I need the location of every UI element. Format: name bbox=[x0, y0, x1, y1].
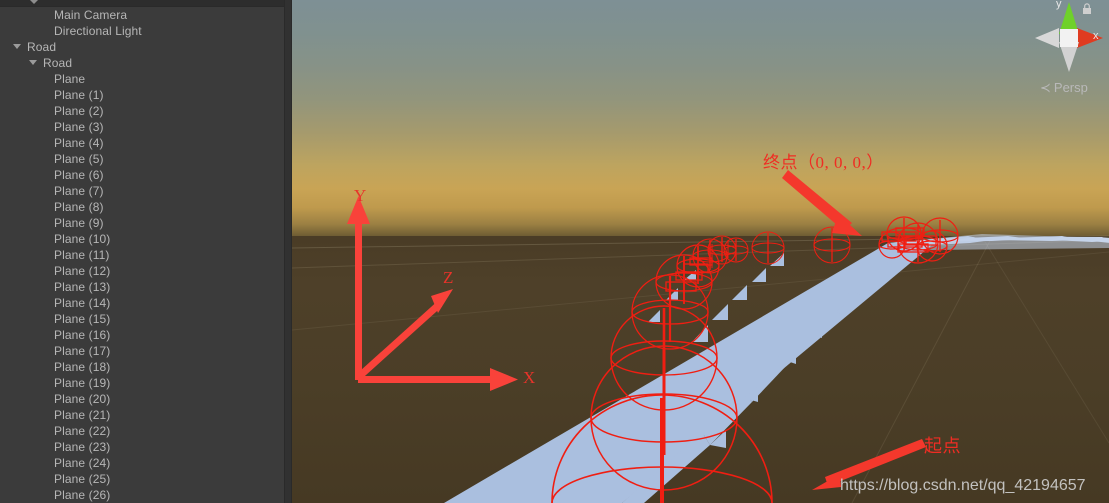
hierarchy-item[interactable]: Road bbox=[0, 39, 284, 55]
hierarchy-item-label: Plane (20) bbox=[54, 392, 111, 406]
hierarchy-item[interactable]: Plane (15) bbox=[0, 311, 284, 327]
hierarchy-item[interactable]: Plane (7) bbox=[0, 183, 284, 199]
hierarchy-item[interactable]: Plane (3) bbox=[0, 119, 284, 135]
hierarchy-item-label: Plane (5) bbox=[54, 152, 104, 166]
hierarchy-item-label: Plane bbox=[54, 72, 86, 86]
hierarchy-item-label: Plane (21) bbox=[54, 408, 111, 422]
hierarchy-item-label: Plane (14) bbox=[54, 296, 111, 310]
hierarchy-item[interactable]: Road bbox=[0, 55, 284, 71]
hierarchy-item-label: Plane (17) bbox=[54, 344, 111, 358]
hierarchy-item[interactable]: Plane (2) bbox=[0, 103, 284, 119]
hierarchy-item-label: Plane (1) bbox=[54, 88, 104, 102]
chevron-down-icon[interactable] bbox=[13, 44, 21, 49]
hierarchy-item[interactable]: Plane (24) bbox=[0, 455, 284, 471]
hierarchy-item-label: Plane (13) bbox=[54, 280, 111, 294]
hierarchy-item-label: Plane (9) bbox=[54, 216, 104, 230]
scene-view[interactable]: Y Z X 终点（0, 0, 0,） 起点 https://blog.csdn.… bbox=[292, 0, 1109, 503]
hierarchy-item-label: Plane (18) bbox=[54, 360, 111, 374]
axis-z-label: Z bbox=[443, 268, 454, 287]
annotation-start-label: 起点 bbox=[924, 436, 961, 456]
axis-y-arrow bbox=[347, 196, 370, 380]
hierarchy-item[interactable]: Plane (14) bbox=[0, 295, 284, 311]
hierarchy-item-label: Directional Light bbox=[54, 24, 142, 38]
axis-y-label: Y bbox=[354, 186, 367, 205]
hierarchy-item[interactable]: Plane (19) bbox=[0, 375, 284, 391]
gizmo-negx-cone-gray bbox=[1035, 28, 1059, 48]
axis-triad bbox=[347, 196, 518, 391]
chevron-down-icon[interactable] bbox=[29, 60, 37, 65]
axis-x-arrow bbox=[358, 368, 518, 391]
hierarchy-item-label: Plane (8) bbox=[54, 200, 104, 214]
hierarchy-tree[interactable]: Main Camera Directional Light Road Road Plan… bbox=[0, 7, 284, 503]
hierarchy-item-label: Plane (26) bbox=[54, 488, 111, 502]
hierarchy-item-label: Road bbox=[43, 56, 73, 70]
hierarchy-item-label: Road bbox=[27, 40, 57, 54]
hierarchy-item[interactable]: Plane (10) bbox=[0, 231, 284, 247]
hierarchy-item-label: Plane (23) bbox=[54, 440, 111, 454]
hierarchy-item[interactable]: Plane bbox=[0, 71, 284, 87]
hierarchy-item-label: Plane (2) bbox=[54, 104, 104, 118]
hierarchy-item-label: Plane (10) bbox=[54, 232, 111, 246]
lock-icon[interactable] bbox=[1080, 2, 1094, 16]
hierarchy-item-label: Plane (19) bbox=[54, 376, 111, 390]
hierarchy-item-label: Plane (11) bbox=[54, 248, 110, 262]
hierarchy-item[interactable]: Plane (13) bbox=[0, 279, 284, 295]
axis-z-arrow bbox=[355, 289, 453, 381]
hierarchy-item[interactable]: Plane (4) bbox=[0, 135, 284, 151]
hierarchy-item[interactable]: Main Camera bbox=[0, 7, 284, 23]
hierarchy-item[interactable]: Plane (18) bbox=[0, 359, 284, 375]
hierarchy-item[interactable]: Plane (26) bbox=[0, 487, 284, 503]
gizmo-x-axis-label: x bbox=[1093, 30, 1099, 42]
hierarchy-item-label: Plane (4) bbox=[54, 136, 104, 150]
watermark-url: https://blog.csdn.net/qq_42194657 bbox=[840, 477, 1086, 494]
gizmo-y-axis-label: y bbox=[1056, 0, 1062, 10]
hierarchy-item[interactable]: Plane (23) bbox=[0, 439, 284, 455]
hierarchy-panel[interactable]: Main Camera Directional Light Road Road Plan… bbox=[0, 0, 284, 503]
hierarchy-item[interactable]: Plane (12) bbox=[0, 263, 284, 279]
hierarchy-item[interactable]: Plane (25) bbox=[0, 471, 284, 487]
projection-mode-toggle[interactable]: ≺ Persp bbox=[1040, 80, 1088, 96]
hierarchy-item[interactable]: Plane (8) bbox=[0, 199, 284, 215]
chevron-left-icon: ≺ bbox=[1040, 80, 1051, 95]
hierarchy-item-label: Plane (24) bbox=[54, 456, 111, 470]
hierarchy-item-label: Plane (6) bbox=[54, 168, 104, 182]
hierarchy-item[interactable]: Plane (21) bbox=[0, 407, 284, 423]
hierarchy-item[interactable]: Directional Light bbox=[0, 23, 284, 39]
unity-editor-window: Main Camera Directional Light Road Road Plan… bbox=[0, 0, 1109, 503]
hierarchy-item-label: Plane (3) bbox=[54, 120, 104, 134]
hierarchy-item[interactable]: Plane (22) bbox=[0, 423, 284, 439]
gizmo-center-cube bbox=[1060, 29, 1078, 47]
hierarchy-item[interactable]: Plane (20) bbox=[0, 391, 284, 407]
hierarchy-item-label: Plane (15) bbox=[54, 312, 111, 326]
hierarchy-item-label: Plane (25) bbox=[54, 472, 111, 486]
hierarchy-item[interactable]: Plane (1) bbox=[0, 87, 284, 103]
hierarchy-item[interactable]: Plane (5) bbox=[0, 151, 284, 167]
hierarchy-item-label: Plane (22) bbox=[54, 424, 111, 438]
hierarchy-item-label: Plane (12) bbox=[54, 264, 111, 278]
projection-mode-label: Persp bbox=[1053, 80, 1088, 95]
hierarchy-toolbar[interactable] bbox=[0, 0, 284, 7]
hierarchy-collapse-arrow-icon[interactable] bbox=[27, 0, 41, 4]
hierarchy-item[interactable]: Plane (9) bbox=[0, 215, 284, 231]
axis-x-label: X bbox=[523, 368, 536, 387]
panel-divider[interactable] bbox=[284, 0, 292, 503]
hierarchy-item-label: Plane (7) bbox=[54, 184, 104, 198]
annotation-end-label: 终点（0, 0, 0,） bbox=[763, 153, 884, 172]
hierarchy-item[interactable]: Plane (11) bbox=[0, 247, 284, 263]
hierarchy-item[interactable]: Plane (6) bbox=[0, 167, 284, 183]
hierarchy-item[interactable]: Plane (16) bbox=[0, 327, 284, 343]
panel-divider-inner bbox=[285, 0, 291, 503]
hierarchy-item[interactable]: Plane (17) bbox=[0, 343, 284, 359]
gizmo-x-cone-red bbox=[1077, 28, 1103, 48]
hierarchy-item-label: Plane (16) bbox=[54, 328, 111, 342]
hierarchy-item-label: Main Camera bbox=[54, 8, 128, 22]
